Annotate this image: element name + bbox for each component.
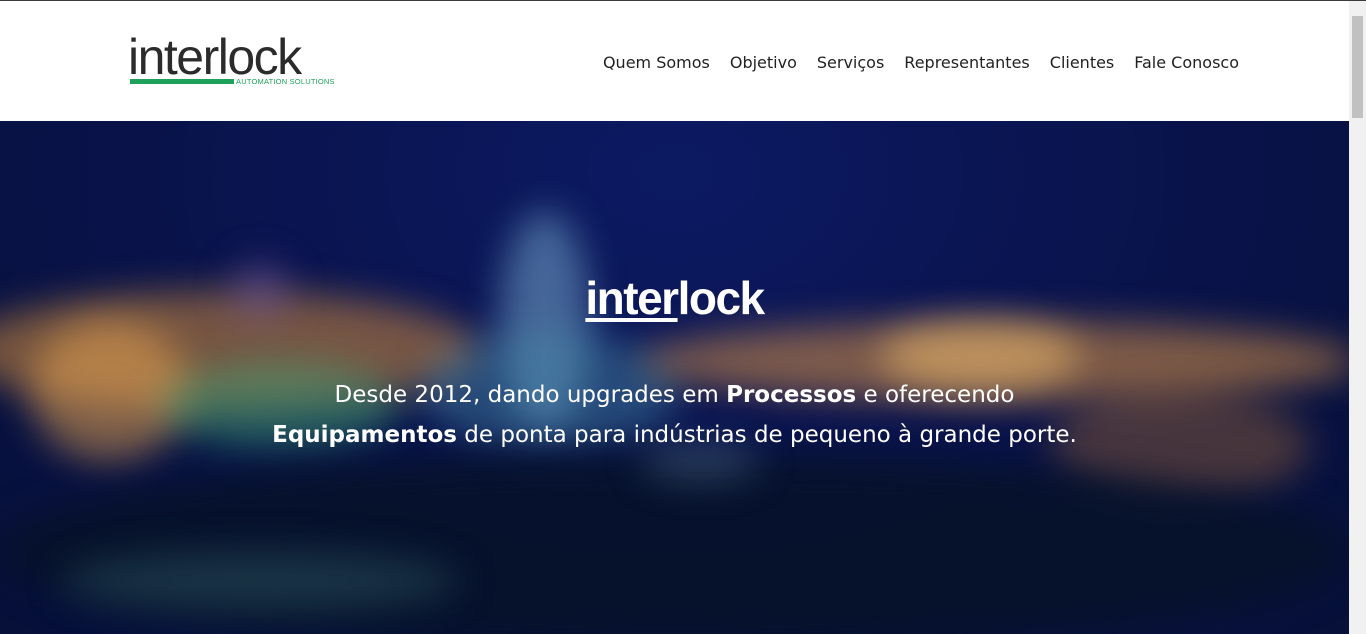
logo-wordmark: interlock <box>128 29 302 85</box>
hero-section: interlock Desde 2012, dando upgrades em … <box>0 121 1349 634</box>
interlock-logo[interactable]: interlock AUTOMATION SOLUTIONS <box>128 31 338 89</box>
logo-green-bar <box>130 79 234 84</box>
vertical-scrollbar[interactable] <box>1349 1 1366 634</box>
nav-servicos[interactable]: Serviços <box>817 53 884 72</box>
main-nav: Quem Somos Objetivo Serviços Representan… <box>603 53 1239 72</box>
nav-fale-conosco[interactable]: Fale Conosco <box>1134 53 1239 72</box>
hero-title: interlock <box>585 272 765 324</box>
nav-clientes[interactable]: Clientes <box>1050 53 1115 72</box>
nav-quem-somos[interactable]: Quem Somos <box>603 53 710 72</box>
nav-representantes[interactable]: Representantes <box>904 53 1029 72</box>
logo-tagline: AUTOMATION SOLUTIONS <box>236 77 335 86</box>
site-header: interlock AUTOMATION SOLUTIONS Quem Somo… <box>0 1 1349 121</box>
scrollbar-thumb[interactable] <box>1352 16 1363 118</box>
browser-viewport: interlock AUTOMATION SOLUTIONS Quem Somo… <box>0 0 1366 634</box>
nav-objetivo[interactable]: Objetivo <box>730 53 797 72</box>
hero-subtitle: Desde 2012, dando upgrades em Processos … <box>272 382 1077 448</box>
